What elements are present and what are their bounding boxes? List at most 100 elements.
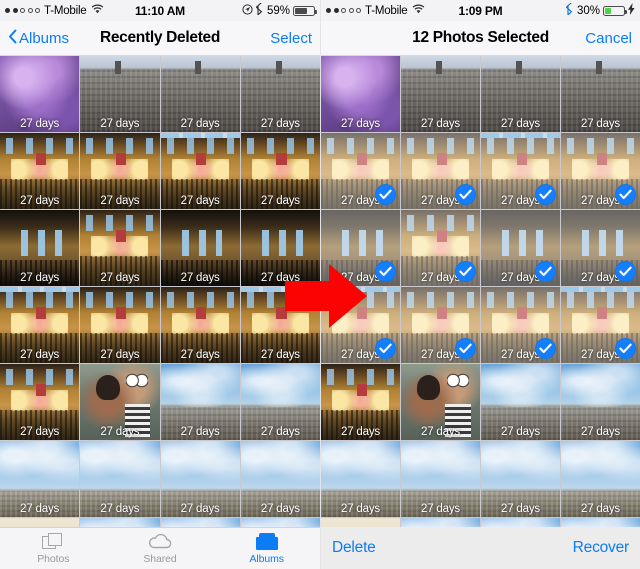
tab-shared[interactable]: Shared (107, 533, 214, 565)
photo-thumbnail[interactable]: 27 days (321, 133, 400, 209)
photo-thumbnail[interactable]: 27 days (401, 210, 480, 286)
photo-thumbnail[interactable]: 27 days (80, 441, 160, 517)
bluetooth-icon (565, 2, 574, 18)
photo-thumbnail[interactable] (481, 518, 560, 527)
photo-thumbnail[interactable]: 27 days (561, 133, 640, 209)
bluetooth-icon (255, 2, 264, 18)
right-status-bar: T-Mobile 1:09 PM 30% (321, 0, 640, 21)
selected-checkmark-icon[interactable] (455, 184, 476, 205)
photo-thumbnail[interactable] (561, 518, 640, 527)
photo-thumbnail[interactable]: 27 days (240, 133, 320, 209)
photo-thumbnail[interactable]: 27 days (321, 364, 400, 440)
photo-thumbnail[interactable]: 27 days (481, 56, 560, 132)
photo-thumbnail[interactable]: 27 days (0, 56, 80, 132)
selected-checkmark-icon[interactable] (615, 261, 636, 282)
photo-thumbnail[interactable]: 27 days (481, 133, 560, 209)
photo-thumbnail[interactable] (0, 518, 80, 527)
tab-photos-label: Photos (37, 552, 70, 565)
left-status-right-group: 59% (242, 2, 317, 18)
photo-thumbnail[interactable]: 27 days (481, 364, 560, 440)
photo-thumbnail[interactable]: 27 days (160, 364, 240, 440)
photo-thumbnail[interactable]: 27 days (321, 56, 400, 132)
photo-thumbnail[interactable]: 27 days (240, 56, 320, 132)
selected-checkmark-icon[interactable] (375, 184, 396, 205)
photo-thumbnail[interactable]: 27 days (401, 133, 480, 209)
photo-thumbnail[interactable]: 27 days (160, 56, 240, 132)
photo-thumbnail[interactable]: 27 days (321, 287, 400, 363)
tab-shared-label: Shared (143, 552, 177, 565)
photo-thumbnail[interactable]: 27 days (0, 364, 80, 440)
delete-button[interactable]: Delete (332, 539, 376, 557)
selected-checkmark-icon[interactable] (375, 338, 396, 359)
left-phone-panel: T-Mobile 11:10 AM 59% Albums Recently De… (0, 0, 320, 569)
photo-thumbnail[interactable]: 27 days (240, 441, 320, 517)
tab-photos[interactable]: Photos (0, 532, 107, 565)
photo-thumbnail[interactable]: 27 days (240, 287, 320, 363)
selected-checkmark-icon[interactable] (535, 261, 556, 282)
photo-thumbnail[interactable]: 27 days (481, 287, 560, 363)
photo-thumbnail[interactable]: 27 days (481, 210, 560, 286)
right-status-right-group: 30% (565, 2, 635, 18)
photo-thumbnail[interactable] (321, 518, 400, 527)
photo-thumbnail[interactable]: 27 days (321, 210, 400, 286)
photo-thumbnail[interactable]: 27 days (160, 287, 240, 363)
selected-checkmark-icon[interactable] (455, 338, 476, 359)
left-nav-bar: Albums Recently Deleted Select (0, 21, 320, 56)
selected-checkmark-icon[interactable] (615, 338, 636, 359)
right-photo-grid[interactable]: 27 days 27 days 27 days 27 days 27 days 27 da… (321, 56, 640, 527)
photo-thumbnail[interactable]: 27 days (561, 210, 640, 286)
photo-thumbnail[interactable]: 27 days (240, 210, 320, 286)
photo-thumbnail[interactable]: 27 days (401, 364, 480, 440)
battery-icon (293, 5, 317, 16)
video-strip-indicator (561, 287, 640, 292)
photo-thumbnail[interactable]: 27 days (160, 441, 240, 517)
photo-thumbnail[interactable]: 27 days (561, 287, 640, 363)
photo-thumbnail[interactable]: 27 days (160, 133, 240, 209)
photo-thumbnail[interactable]: 27 days (481, 441, 560, 517)
selected-checkmark-icon[interactable] (535, 338, 556, 359)
photo-thumbnail[interactable]: 27 days (80, 210, 160, 286)
photo-thumbnail[interactable]: 27 days (401, 287, 480, 363)
right-nav-bar: 12 Photos Selected Cancel (321, 21, 640, 56)
battery-icon (603, 5, 627, 16)
selected-checkmark-icon[interactable] (535, 184, 556, 205)
photo-thumbnail[interactable]: 27 days (561, 56, 640, 132)
selected-checkmark-icon[interactable] (615, 184, 636, 205)
back-to-albums-button[interactable]: Albums (8, 29, 69, 48)
select-button-label: Select (270, 29, 312, 47)
photo-thumbnail[interactable]: 27 days (401, 441, 480, 517)
cancel-button-label: Cancel (585, 29, 632, 47)
photo-thumbnail[interactable]: 27 days (80, 56, 160, 132)
photo-thumbnail[interactable] (160, 518, 240, 527)
battery-percent-label: 30% (576, 4, 600, 17)
photo-thumbnail[interactable]: 27 days (160, 210, 240, 286)
photo-thumbnail[interactable]: 27 days (240, 364, 320, 440)
photo-thumbnail[interactable]: 27 days (401, 56, 480, 132)
photo-thumbnail[interactable]: 27 days (0, 441, 80, 517)
photo-thumbnail[interactable]: 27 days (561, 364, 640, 440)
photo-thumbnail[interactable]: 27 days (321, 441, 400, 517)
left-photo-grid[interactable]: 27 days 27 days 27 days 27 days 27 days 27 da… (0, 56, 320, 527)
battery-percent-label: 59% (266, 4, 290, 17)
video-strip-indicator (0, 287, 80, 292)
photo-thumbnail[interactable]: 27 days (0, 287, 80, 363)
photo-thumbnail[interactable]: 27 days (0, 133, 80, 209)
photo-thumbnail[interactable]: 27 days (0, 210, 80, 286)
photo-thumbnail[interactable]: 27 days (80, 287, 160, 363)
photo-thumbnail[interactable] (240, 518, 320, 527)
photo-thumbnail[interactable] (80, 518, 160, 527)
cancel-button[interactable]: Cancel (585, 30, 632, 47)
tab-bar[interactable]: Photos Shared Albums (0, 527, 320, 569)
recover-button[interactable]: Recover (573, 539, 630, 557)
selected-checkmark-icon[interactable] (455, 261, 476, 282)
video-strip-indicator (321, 287, 400, 292)
photo-thumbnail[interactable]: 27 days (80, 133, 160, 209)
tab-albums[interactable]: Albums (213, 532, 320, 565)
photo-thumbnail[interactable]: 27 days (561, 441, 640, 517)
photo-thumbnail[interactable] (401, 518, 480, 527)
back-button-label: Albums (19, 29, 70, 47)
photo-thumbnail[interactable]: 27 days (80, 364, 160, 440)
selected-checkmark-icon[interactable] (375, 261, 396, 282)
video-strip-indicator (160, 133, 240, 138)
select-button[interactable]: Select (270, 30, 312, 47)
